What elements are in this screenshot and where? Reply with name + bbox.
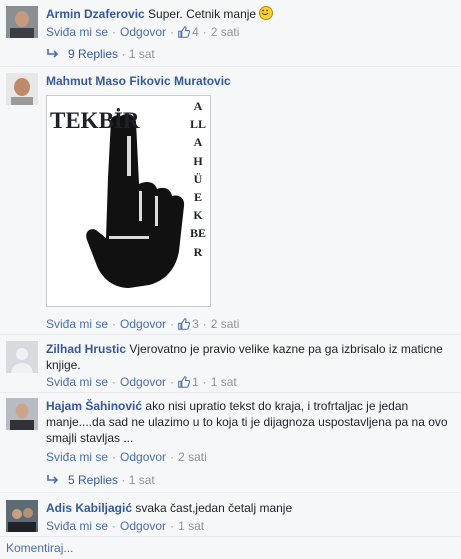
divider [0, 334, 461, 335]
reply-link[interactable]: Odgovor [120, 317, 166, 331]
avatar[interactable] [6, 398, 38, 430]
smiley-icon [259, 6, 274, 20]
comment-actions: Sviđa mi se · Odgovor · 3 · 2 sati [46, 317, 240, 331]
reply-arrow-icon [46, 49, 60, 59]
replies-time: 1 sat [128, 47, 155, 61]
reply-arrow-icon [46, 475, 60, 485]
like-count[interactable]: 3 [192, 317, 199, 331]
avatar-photo-icon [6, 500, 38, 532]
comment-actions: Sviđa mi se · Odgovor · 1 sat [46, 519, 205, 533]
comment-text: Super. Cetnik manje [148, 7, 257, 21]
like-count[interactable]: 1 [192, 375, 199, 389]
like-link[interactable]: Sviđa mi se [46, 317, 108, 331]
avatar[interactable] [6, 73, 38, 105]
avatar[interactable] [6, 500, 38, 532]
comment-author[interactable]: Armin Dzaferovic [46, 7, 145, 21]
avatar[interactable] [6, 341, 38, 373]
reply-link[interactable]: Odgovor [120, 375, 166, 389]
tekbir-right-text: ALLAHÜEKBER [190, 99, 207, 259]
comment-time[interactable]: 2 sati [178, 450, 207, 464]
divider [0, 66, 461, 67]
reply-link[interactable]: Odgovor [120, 519, 166, 533]
like-link[interactable]: Sviđa mi se [46, 519, 108, 533]
like-link[interactable]: Sviđa mi se [46, 450, 108, 464]
like-thumb-icon [178, 318, 190, 330]
like-link[interactable]: Sviđa mi se [46, 375, 108, 389]
replies-count[interactable]: 9 Replies [68, 47, 118, 61]
comment-time[interactable]: 1 sat [211, 375, 237, 389]
default-avatar-icon [6, 341, 38, 373]
view-replies[interactable]: 9 Replies · 1 sat [46, 47, 155, 61]
divider [0, 536, 461, 537]
compose-comment-link[interactable]: Komentiraj... [6, 541, 73, 555]
comment-author[interactable]: Adis Kabiljagić [46, 501, 132, 515]
tekbir-left-text: TEKBİR [50, 104, 139, 304]
avatar-photo-icon [6, 398, 38, 430]
replies-count[interactable]: 5 Replies [68, 473, 118, 487]
reply-link[interactable]: Odgovor [120, 450, 166, 464]
like-link[interactable]: Sviđa mi se [46, 25, 108, 39]
comment-author[interactable]: Mahmut Maso Fikovic Muratovic [46, 74, 231, 88]
replies-time: 1 sat [128, 473, 155, 487]
comment-actions: Sviđa mi se · Odgovor · 4 · 2 sati [46, 25, 240, 39]
comment-actions: Sviđa mi se · Odgovor · 2 sati [46, 450, 207, 464]
avatar[interactable] [6, 6, 38, 38]
avatar-photo-icon [6, 73, 38, 105]
comment-time[interactable]: 2 sati [211, 25, 240, 39]
comment-text: svaka čast,jedan četalj manje [135, 501, 293, 515]
like-thumb-icon [178, 376, 190, 388]
comment-time[interactable]: 2 sati [211, 317, 240, 331]
like-thumb-icon [178, 26, 190, 38]
comment-author[interactable]: Hajam Šahinović [46, 399, 142, 413]
comment-actions: Sviđa mi se · Odgovor · 1 · 1 sat [46, 375, 237, 389]
divider [0, 492, 461, 493]
comment-time[interactable]: 1 sat [178, 519, 204, 533]
comment-author[interactable]: Zilhad Hrustic [46, 342, 126, 356]
like-count[interactable]: 4 [192, 25, 199, 39]
view-replies[interactable]: 5 Replies · 1 sat [46, 473, 155, 487]
divider [0, 392, 461, 393]
reply-link[interactable]: Odgovor [120, 25, 166, 39]
avatar-photo-icon [6, 6, 38, 38]
